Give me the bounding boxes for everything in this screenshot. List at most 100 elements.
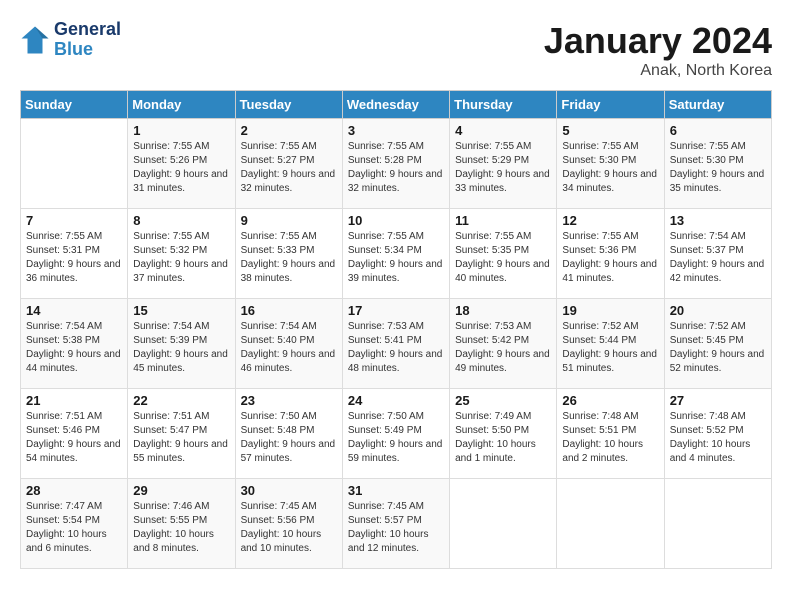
day-number: 14 — [26, 303, 122, 318]
day-number: 6 — [670, 123, 766, 138]
calendar-table: SundayMondayTuesdayWednesdayThursdayFrid… — [20, 90, 772, 569]
day-info: Sunrise: 7:48 AM Sunset: 5:51 PM Dayligh… — [562, 410, 658, 466]
calendar-week-row: 21Sunrise: 7:51 AM Sunset: 5:46 PM Dayli… — [21, 389, 772, 479]
calendar-header-row: SundayMondayTuesdayWednesdayThursdayFrid… — [21, 91, 772, 119]
day-info: Sunrise: 7:45 AM Sunset: 5:56 PM Dayligh… — [241, 500, 337, 556]
calendar-cell: 26 Sunrise: 7:48 AM Sunset: 5:51 PM Dayli… — [557, 389, 664, 479]
weekday-header-wednesday: Wednesday — [342, 91, 449, 119]
day-number: 29 — [133, 483, 229, 498]
day-number: 13 — [670, 213, 766, 228]
logo: General Blue — [20, 20, 121, 60]
calendar-week-row: 7 Sunrise: 7:55 AM Sunset: 5:31 PM Daylig… — [21, 209, 772, 299]
day-info: Sunrise: 7:50 AM Sunset: 5:48 PM Dayligh… — [241, 410, 337, 466]
calendar-cell: 13 Sunrise: 7:54 AM Sunset: 5:37 PM Dayli… — [664, 209, 771, 299]
calendar-title: January 2024 — [544, 20, 772, 62]
calendar-cell: 3 Sunrise: 7:55 AM Sunset: 5:28 PM Daylig… — [342, 119, 449, 209]
day-number: 30 — [241, 483, 337, 498]
day-info: Sunrise: 7:46 AM Sunset: 5:55 PM Dayligh… — [133, 500, 229, 556]
calendar-cell: 30 Sunrise: 7:45 AM Sunset: 5:56 PM Dayli… — [235, 479, 342, 569]
day-info: Sunrise: 7:55 AM Sunset: 5:34 PM Dayligh… — [348, 230, 444, 286]
calendar-cell: 27Sunrise: 7:48 AM Sunset: 5:52 PM Dayli… — [664, 389, 771, 479]
day-info: Sunrise: 7:55 AM Sunset: 5:33 PM Dayligh… — [241, 230, 337, 286]
day-number: 16 — [241, 303, 337, 318]
calendar-week-row: 1 Sunrise: 7:55 AM Sunset: 5:26 PM Daylig… — [21, 119, 772, 209]
day-info: Sunrise: 7:55 AM Sunset: 5:31 PM Dayligh… — [26, 230, 122, 286]
day-info: Sunrise: 7:55 AM Sunset: 5:35 PM Dayligh… — [455, 230, 551, 286]
calendar-cell — [450, 479, 557, 569]
day-number: 18 — [455, 303, 551, 318]
day-number: 5 — [562, 123, 658, 138]
calendar-subtitle: Anak, North Korea — [544, 62, 772, 80]
weekday-header-sunday: Sunday — [21, 91, 128, 119]
day-number: 15 — [133, 303, 229, 318]
day-number: 3 — [348, 123, 444, 138]
calendar-cell: 23 Sunrise: 7:50 AM Sunset: 5:48 PM Dayli… — [235, 389, 342, 479]
calendar-cell: 16 Sunrise: 7:54 AM Sunset: 5:40 PM Dayli… — [235, 299, 342, 389]
calendar-cell: 8 Sunrise: 7:55 AM Sunset: 5:32 PM Daylig… — [128, 209, 235, 299]
calendar-cell: 25Sunrise: 7:49 AM Sunset: 5:50 PM Dayli… — [450, 389, 557, 479]
day-info: Sunrise: 7:48 AM Sunset: 5:52 PM Dayligh… — [670, 410, 766, 466]
day-number: 25 — [455, 393, 551, 408]
weekday-header-tuesday: Tuesday — [235, 91, 342, 119]
day-number: 10 — [348, 213, 444, 228]
day-info: Sunrise: 7:53 AM Sunset: 5:42 PM Dayligh… — [455, 320, 551, 376]
day-number: 2 — [241, 123, 337, 138]
day-info: Sunrise: 7:55 AM Sunset: 5:29 PM Dayligh… — [455, 140, 551, 196]
calendar-cell: 7 Sunrise: 7:55 AM Sunset: 5:31 PM Daylig… — [21, 209, 128, 299]
day-number: 1 — [133, 123, 229, 138]
calendar-cell: 21Sunrise: 7:51 AM Sunset: 5:46 PM Dayli… — [21, 389, 128, 479]
calendar-cell: 11 Sunrise: 7:55 AM Sunset: 5:35 PM Dayli… — [450, 209, 557, 299]
logo-icon — [20, 25, 50, 55]
calendar-cell: 12Sunrise: 7:55 AM Sunset: 5:36 PM Dayli… — [557, 209, 664, 299]
day-info: Sunrise: 7:53 AM Sunset: 5:41 PM Dayligh… — [348, 320, 444, 376]
calendar-cell: 19 Sunrise: 7:52 AM Sunset: 5:44 PM Dayli… — [557, 299, 664, 389]
day-number: 22 — [133, 393, 229, 408]
day-number: 31 — [348, 483, 444, 498]
day-number: 4 — [455, 123, 551, 138]
day-number: 26 — [562, 393, 658, 408]
day-number: 8 — [133, 213, 229, 228]
page-header: General Blue January 2024 Anak, North Ko… — [20, 20, 772, 80]
day-info: Sunrise: 7:54 AM Sunset: 5:37 PM Dayligh… — [670, 230, 766, 286]
calendar-cell: 1 Sunrise: 7:55 AM Sunset: 5:26 PM Daylig… — [128, 119, 235, 209]
calendar-cell: 4 Sunrise: 7:55 AM Sunset: 5:29 PM Daylig… — [450, 119, 557, 209]
day-info: Sunrise: 7:54 AM Sunset: 5:40 PM Dayligh… — [241, 320, 337, 376]
calendar-cell: 31 Sunrise: 7:45 AM Sunset: 5:57 PM Dayli… — [342, 479, 449, 569]
day-info: Sunrise: 7:52 AM Sunset: 5:45 PM Dayligh… — [670, 320, 766, 376]
day-number: 17 — [348, 303, 444, 318]
day-number: 21 — [26, 393, 122, 408]
day-number: 7 — [26, 213, 122, 228]
day-info: Sunrise: 7:55 AM Sunset: 5:32 PM Dayligh… — [133, 230, 229, 286]
day-info: Sunrise: 7:54 AM Sunset: 5:39 PM Dayligh… — [133, 320, 229, 376]
calendar-cell: 28Sunrise: 7:47 AM Sunset: 5:54 PM Dayli… — [21, 479, 128, 569]
calendar-week-row: 28Sunrise: 7:47 AM Sunset: 5:54 PM Dayli… — [21, 479, 772, 569]
day-info: Sunrise: 7:47 AM Sunset: 5:54 PM Dayligh… — [26, 500, 122, 556]
calendar-week-row: 14 Sunrise: 7:54 AM Sunset: 5:38 PM Dayli… — [21, 299, 772, 389]
calendar-cell: 22Sunrise: 7:51 AM Sunset: 5:47 PM Dayli… — [128, 389, 235, 479]
weekday-header-friday: Friday — [557, 91, 664, 119]
day-number: 19 — [562, 303, 658, 318]
title-block: January 2024 Anak, North Korea — [544, 20, 772, 80]
calendar-cell: 17 Sunrise: 7:53 AM Sunset: 5:41 PM Dayli… — [342, 299, 449, 389]
day-info: Sunrise: 7:55 AM Sunset: 5:26 PM Dayligh… — [133, 140, 229, 196]
logo-text: General Blue — [54, 20, 121, 60]
day-number: 24 — [348, 393, 444, 408]
day-info: Sunrise: 7:55 AM Sunset: 5:30 PM Dayligh… — [562, 140, 658, 196]
day-info: Sunrise: 7:52 AM Sunset: 5:44 PM Dayligh… — [562, 320, 658, 376]
calendar-cell: 5 Sunrise: 7:55 AM Sunset: 5:30 PM Daylig… — [557, 119, 664, 209]
calendar-cell: 9Sunrise: 7:55 AM Sunset: 5:33 PM Daylig… — [235, 209, 342, 299]
day-info: Sunrise: 7:45 AM Sunset: 5:57 PM Dayligh… — [348, 500, 444, 556]
day-number: 12 — [562, 213, 658, 228]
day-info: Sunrise: 7:54 AM Sunset: 5:38 PM Dayligh… — [26, 320, 122, 376]
calendar-cell: 6Sunrise: 7:55 AM Sunset: 5:30 PM Daylig… — [664, 119, 771, 209]
calendar-cell — [557, 479, 664, 569]
day-number: 11 — [455, 213, 551, 228]
day-info: Sunrise: 7:50 AM Sunset: 5:49 PM Dayligh… — [348, 410, 444, 466]
day-number: 23 — [241, 393, 337, 408]
calendar-cell: 2 Sunrise: 7:55 AM Sunset: 5:27 PM Daylig… — [235, 119, 342, 209]
calendar-cell — [21, 119, 128, 209]
calendar-cell: 29 Sunrise: 7:46 AM Sunset: 5:55 PM Dayli… — [128, 479, 235, 569]
day-info: Sunrise: 7:55 AM Sunset: 5:27 PM Dayligh… — [241, 140, 337, 196]
day-number: 20 — [670, 303, 766, 318]
day-info: Sunrise: 7:55 AM Sunset: 5:28 PM Dayligh… — [348, 140, 444, 196]
